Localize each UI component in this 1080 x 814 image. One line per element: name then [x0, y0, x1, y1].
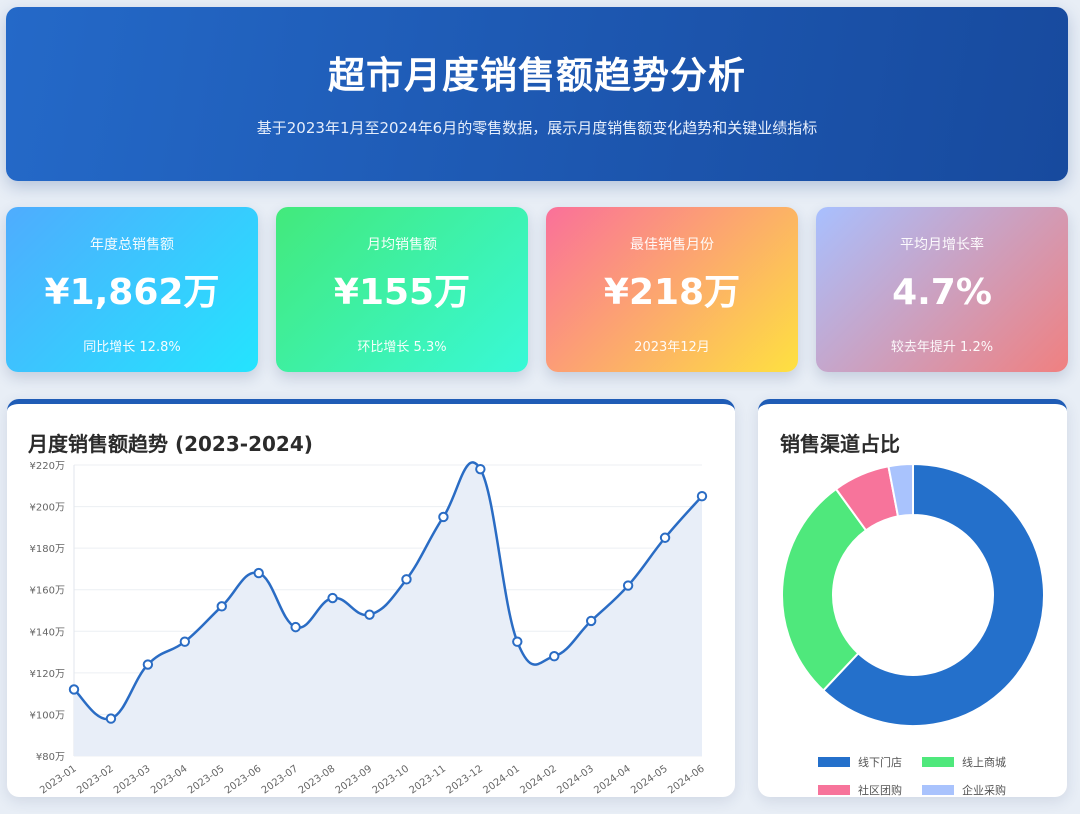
x-tick-label: 2023-04	[149, 763, 190, 796]
data-point	[253, 567, 264, 579]
x-tick-label: 2023-02	[75, 763, 116, 796]
line-chart: ¥80万 ¥100万 ¥120万 ¥140万 ¥160万 ¥180万 ¥200万 ¥220万 2…	[30, 461, 708, 796]
donut-chart: 线下门店 线上商城社区团购 企业采购	[781, 462, 1045, 797]
kpi-card-growth-rate: 平均月增长率 4.7% 较去年提升 1.2%	[816, 207, 1068, 372]
x-tick-label: 2024-02	[518, 763, 559, 796]
legend-label: 社区团购	[858, 783, 902, 797]
data-point	[142, 659, 154, 670]
x-tick-label: 2023-08	[297, 763, 338, 796]
y-tick-label: ¥160万	[30, 586, 65, 597]
kpi-label: 最佳销售月份	[630, 237, 714, 253]
data-point	[512, 636, 523, 647]
kpi-subtext: 同比增长 12.8%	[83, 340, 181, 355]
kpi-value: 4.7%	[892, 272, 992, 313]
kpi-label: 月均销售额	[367, 237, 437, 253]
x-tick-label: 2024-06	[666, 763, 707, 796]
data-point	[401, 574, 412, 585]
x-tick-label: 2024-04	[592, 763, 633, 796]
legend-swatch	[818, 785, 850, 795]
x-tick-label: 2023-11	[408, 763, 449, 796]
data-point	[475, 463, 486, 475]
donut-chart-panel: 销售渠道占比 线下门店 线上商城 社区团购 企业采购	[758, 399, 1067, 797]
kpi-card-best-month: 最佳销售月份 ¥218万 2023年12月	[546, 207, 798, 372]
x-tick-label: 2023-12	[445, 763, 486, 796]
legend-label: 企业采购	[962, 783, 1006, 797]
kpi-subtext: 环比增长 5.3%	[357, 340, 447, 355]
data-point	[327, 592, 338, 604]
kpi-subtext: 较去年提升 1.2%	[890, 340, 994, 355]
data-point	[549, 651, 560, 662]
kpi-card-monthly-average: 月均销售额 ¥155万 环比增长 5.3%	[276, 207, 528, 372]
y-tick-label: ¥200万	[30, 503, 65, 514]
data-point	[179, 636, 191, 647]
data-point	[216, 601, 227, 612]
x-tick-label: 2023-10	[371, 763, 412, 796]
legend-label: 线下门店	[858, 755, 902, 769]
x-tick-label: 2024-03	[555, 763, 596, 796]
kpi-value: ¥155万	[333, 272, 471, 313]
page-subtitle: 基于2023年1月至2024年6月的零售数据，展示月度销售额变化趋势和关键业绩指…	[256, 119, 818, 137]
x-tick-label: 2024-01	[481, 763, 522, 796]
data-point	[290, 621, 301, 633]
kpi-value: ¥1,862万	[44, 272, 220, 313]
header-banner: 超市月度销售额趋势分析 基于2023年1月至2024年6月的零售数据，展示月度销…	[6, 7, 1068, 181]
data-point	[696, 490, 708, 502]
data-point	[659, 532, 671, 543]
legend-label: 线上商城	[962, 755, 1006, 769]
y-tick-label: ¥80万	[36, 752, 65, 763]
y-tick-label: ¥220万	[30, 461, 65, 472]
y-tick-label: ¥100万	[30, 710, 65, 721]
kpi-label: 平均月增长率	[900, 237, 984, 253]
kpi-card-total-sales: 年度总销售额 ¥1,862万 同比增长 12.8%	[6, 207, 258, 372]
x-tick-label: 2023-07	[260, 763, 301, 796]
x-tick-label: 2023-03	[112, 763, 153, 796]
kpi-subtext: 2023年12月	[634, 340, 710, 355]
x-tick-label: 2023-09	[334, 763, 375, 796]
data-point	[585, 615, 597, 627]
page-title: 超市月度销售额趋势分析	[328, 54, 746, 97]
line-chart-panel: 月度销售额趋势 (2023-2024) ¥80万 ¥100万 ¥120万 ¥140万 ¥…	[7, 399, 735, 797]
legend-swatch	[818, 757, 850, 767]
x-tick-label: 2023-06	[223, 763, 264, 796]
data-point	[105, 713, 117, 724]
x-tick-label: 2024-05	[629, 763, 670, 796]
y-tick-label: ¥120万	[30, 669, 65, 680]
data-point	[68, 684, 80, 695]
data-point	[438, 511, 449, 523]
data-point	[622, 580, 634, 591]
x-tick-label: 2023-05	[186, 763, 227, 796]
y-tick-label: ¥140万	[30, 627, 65, 638]
kpi-value: ¥218万	[603, 272, 741, 313]
x-tick-label: 2023-01	[38, 763, 79, 796]
kpi-label: 年度总销售额	[90, 237, 174, 253]
data-point	[364, 609, 375, 620]
legend-swatch	[922, 757, 954, 767]
y-tick-label: ¥180万	[30, 544, 65, 555]
legend-swatch	[922, 785, 954, 795]
